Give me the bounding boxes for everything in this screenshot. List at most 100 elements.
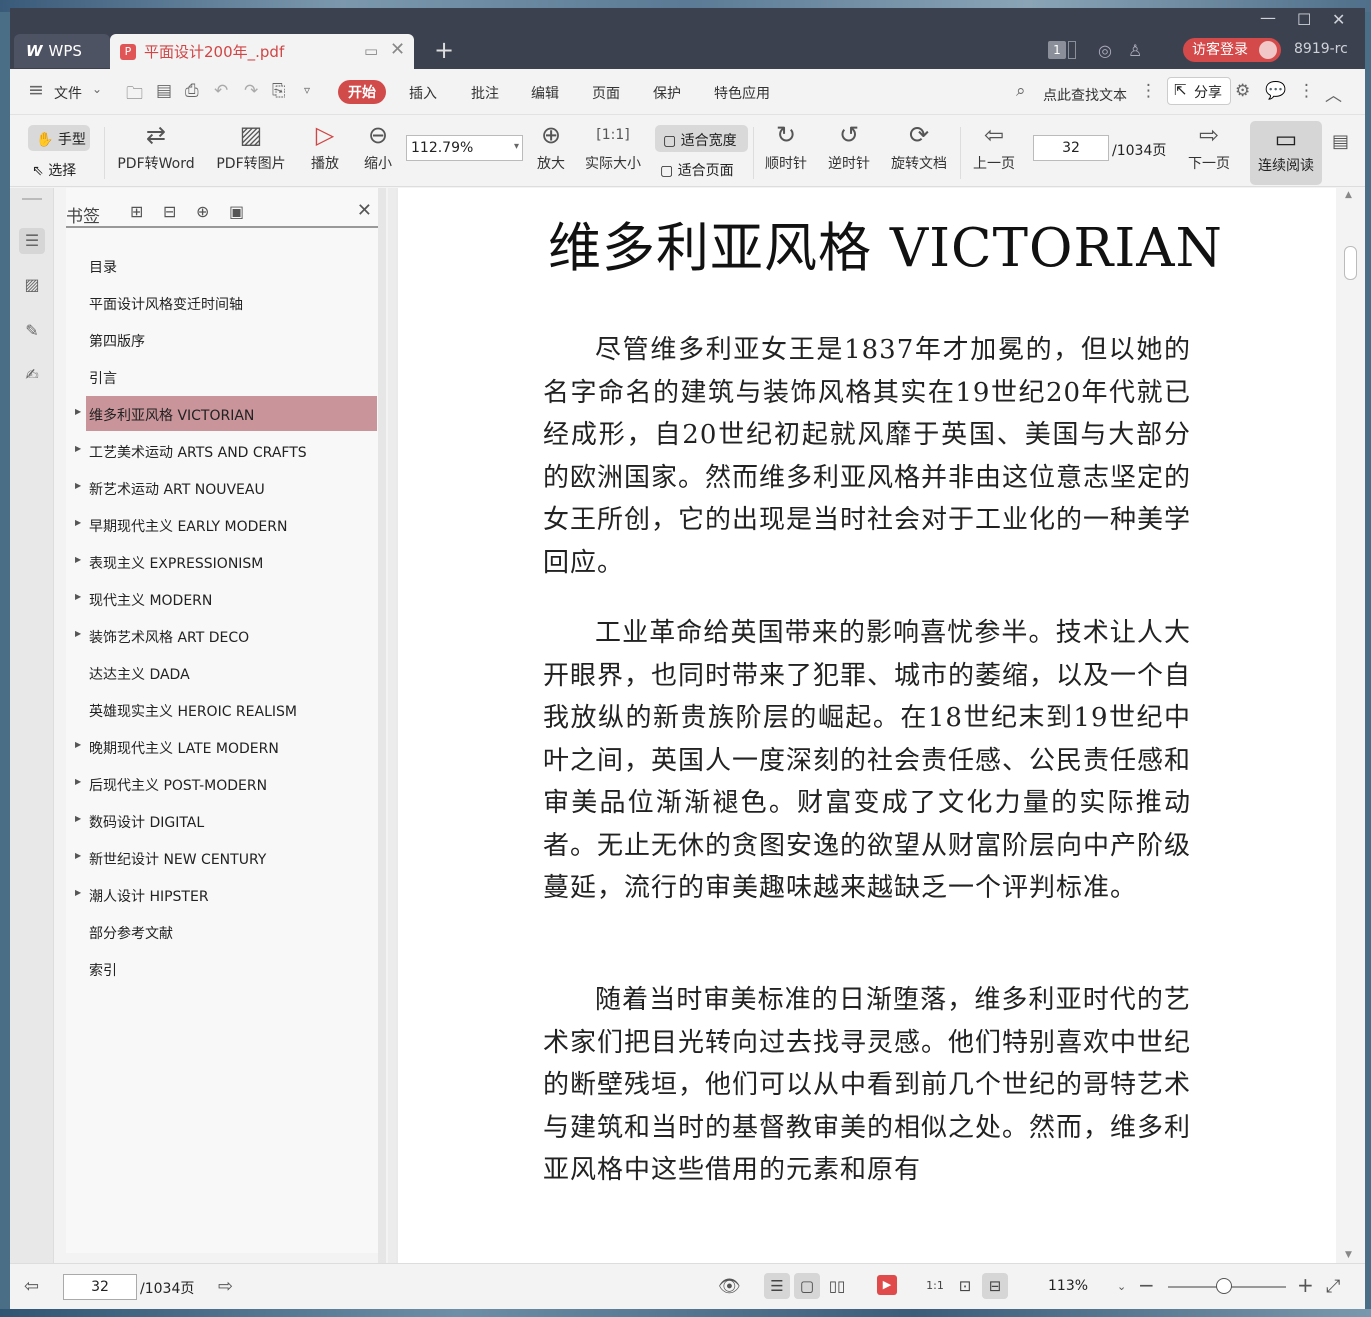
thumbnail-panel-icon[interactable]: ▨ xyxy=(19,272,45,298)
share-button[interactable]: ⇱ 分享 xyxy=(1167,77,1231,105)
two-page-icon[interactable]: ▯▯ xyxy=(824,1273,850,1299)
expand-all-icon[interactable]: ⊞ xyxy=(130,202,143,221)
document-tab[interactable]: P 平面设计200年_.pdf ▭ ✕ xyxy=(110,34,414,69)
tab-protect[interactable]: 保护 xyxy=(653,83,681,103)
search-text-field[interactable]: 点此查找文本 xyxy=(1043,85,1127,105)
search-icon[interactable]: ⌕ xyxy=(1016,81,1026,101)
print-icon[interactable]: ⎙ xyxy=(185,81,199,101)
rotate-clockwise-button[interactable]: ↻ 顺时针 xyxy=(762,119,810,173)
eye-protection-icon[interactable]: 👁 xyxy=(718,1276,741,1297)
close-tab-icon[interactable]: ✕ xyxy=(390,39,405,60)
wps-home-tab[interactable]: W WPS xyxy=(14,34,110,68)
tab-edit[interactable]: 编辑 xyxy=(531,83,559,103)
expand-arrow-icon[interactable]: ▶ xyxy=(75,481,81,490)
more-layout-icon[interactable]: ▤ xyxy=(1332,131,1349,152)
more-options-icon[interactable]: ⋮ xyxy=(1298,81,1315,101)
bookmark-item[interactable]: ▶ 装饰艺术风格 ART DECO xyxy=(75,618,377,653)
expand-arrow-icon[interactable]: ▶ xyxy=(75,592,81,601)
shirt-icon[interactable]: ♙ xyxy=(1128,41,1142,60)
expand-arrow-icon[interactable]: ▶ xyxy=(75,629,81,638)
zoom-dropdown-icon[interactable]: ▾ xyxy=(514,141,519,152)
bookmark-item[interactable]: 平面设计风格变迁时间轴 xyxy=(86,285,377,320)
document-area[interactable]: 维多利亚风格 VICTORIAN 尽管维多利亚女王是1837年才加冕的，但以她的… xyxy=(396,188,1336,1263)
tab-annotate[interactable]: 批注 xyxy=(471,83,499,103)
pdf-to-image-button[interactable]: ▨ PDF转图片 xyxy=(213,119,289,173)
status-zoom-in-icon[interactable]: + xyxy=(1297,1273,1314,1297)
annotation-panel-icon[interactable]: ✎ xyxy=(19,318,45,344)
undo-icon[interactable]: ↶ xyxy=(214,81,228,101)
continuous-reading-button[interactable]: ▭ 连续阅读 xyxy=(1250,121,1322,185)
redo-icon[interactable]: ↷ xyxy=(244,81,258,101)
bookmark-panel-icon[interactable]: ☰ xyxy=(19,228,45,254)
zoom-dropdown-icon[interactable]: ⌄ xyxy=(1117,1280,1126,1293)
next-page-button[interactable]: ⇨ 下一页 xyxy=(1185,119,1233,173)
rotate-counterclockwise-button[interactable]: ↺ 逆时针 xyxy=(825,119,873,173)
zoom-in-button[interactable]: ⊕ 放大 xyxy=(533,119,569,173)
maximize-icon[interactable]: ☐ xyxy=(1297,10,1311,29)
bookmark-item[interactable]: ▶ 新世纪设计 NEW CENTURY xyxy=(75,840,377,875)
fit-width-status-icon[interactable]: ⊟ xyxy=(982,1273,1008,1299)
status-prev-page-icon[interactable]: ⇦ xyxy=(24,1276,39,1297)
status-next-page-icon[interactable]: ⇨ xyxy=(218,1276,233,1297)
bookmark-item[interactable]: ▶ 新艺术运动 ART NOUVEAU xyxy=(75,470,377,505)
bookmark-item[interactable]: ▶ 后现代主义 POST-MODERN xyxy=(75,766,377,801)
continuous-view-icon[interactable]: ☰ xyxy=(764,1273,790,1299)
vertical-scrollbar[interactable]: ▲ ▼ xyxy=(1336,188,1365,1263)
skin-icon[interactable]: ◎ xyxy=(1098,41,1112,60)
slideshow-icon[interactable]: ▶ xyxy=(877,1275,897,1295)
actual-size-status-icon[interactable]: 1:1 xyxy=(922,1273,948,1299)
signature-panel-icon[interactable]: ✍ xyxy=(19,362,45,388)
zoom-level-input[interactable]: 112.79% ▾ xyxy=(406,135,523,161)
save-icon[interactable]: ▤ xyxy=(156,81,172,101)
expand-arrow-icon[interactable]: ▶ xyxy=(75,740,81,749)
hand-tool-button[interactable]: ✋ 手型 xyxy=(28,125,90,151)
bookmark-options-icon[interactable]: ▣ xyxy=(229,202,244,221)
tab-window-icon[interactable]: ▭ xyxy=(364,42,378,60)
bookmark-item[interactable]: ▶ 工艺美术运动 ARTS AND CRAFTS xyxy=(75,433,377,468)
expand-arrow-icon[interactable]: ▶ xyxy=(75,888,81,897)
guest-login-button[interactable]: 访客登录 xyxy=(1183,38,1281,62)
zoom-slider-knob[interactable] xyxy=(1216,1278,1232,1294)
status-zoom-out-icon[interactable]: − xyxy=(1138,1273,1155,1297)
play-button[interactable]: ▷ 播放 xyxy=(307,119,343,173)
bookmark-item[interactable]: 引言 xyxy=(86,359,377,394)
fullscreen-icon[interactable]: ⤢ xyxy=(1326,1276,1340,1297)
fit-width-button[interactable]: ▢ 适合宽度 xyxy=(655,125,748,152)
select-tool-button[interactable]: ⇖ 选择 xyxy=(32,160,76,180)
fit-page-status-icon[interactable]: ⊡ xyxy=(952,1273,978,1299)
scroll-up-icon[interactable]: ▲ xyxy=(1345,190,1352,200)
single-page-icon[interactable]: ▢ xyxy=(794,1273,820,1299)
rotate-document-button[interactable]: ⟳ 旋转文档 xyxy=(888,119,950,173)
expand-arrow-icon[interactable]: ▶ xyxy=(75,814,81,823)
expand-arrow-icon[interactable]: ▶ xyxy=(75,777,81,786)
bookmark-item[interactable]: 部分参考文献 xyxy=(86,914,377,949)
collapse-ribbon-icon[interactable]: ︿ xyxy=(1325,81,1342,106)
scroll-thumb[interactable] xyxy=(1344,246,1357,280)
more-quick-icon[interactable]: ▿ xyxy=(304,83,310,97)
file-menu[interactable]: 文件 xyxy=(54,83,82,103)
bookmark-item[interactable]: ▶ 维多利亚风格 VICTORIAN xyxy=(75,396,377,431)
bookmark-item[interactable]: ▶ 数码设计 DIGITAL xyxy=(75,803,377,838)
bookmark-item[interactable]: ▶ 潮人设计 HIPSTER xyxy=(75,877,377,912)
bookmark-item[interactable]: 目录 xyxy=(86,248,377,283)
more-vertical-icon[interactable]: ⋮ xyxy=(1140,81,1157,101)
pdf-to-word-button[interactable]: ⇄ PDF转Word xyxy=(114,119,198,173)
bookmark-item[interactable]: 第四版序 xyxy=(86,322,377,357)
expand-arrow-icon[interactable]: ▶ xyxy=(75,851,81,860)
chevron-down-icon[interactable]: ⌄ xyxy=(92,82,102,96)
add-bookmark-icon[interactable]: ⊕ xyxy=(196,202,209,221)
comment-icon[interactable]: 💬 xyxy=(1265,81,1286,101)
expand-arrow-icon[interactable]: ▶ xyxy=(75,555,81,564)
minimize-icon[interactable]: — xyxy=(1260,8,1276,27)
close-window-icon[interactable]: ✕ xyxy=(1332,10,1345,29)
scroll-down-icon[interactable]: ▼ xyxy=(1345,1250,1352,1260)
tab-start[interactable]: 开始 xyxy=(338,80,386,104)
bookmark-item[interactable]: ▶ 现代主义 MODERN xyxy=(75,581,377,616)
bookmark-item[interactable]: ▶ 早期现代主义 EARLY MODERN xyxy=(75,507,377,542)
hamburger-icon[interactable]: ≡ xyxy=(28,79,44,101)
panel-splitter[interactable] xyxy=(378,188,386,1263)
bookmark-item[interactable]: 英雄现实主义 HEROIC REALISM xyxy=(86,692,377,727)
settings-icon[interactable]: ⚙ xyxy=(1235,81,1250,101)
expand-arrow-icon[interactable]: ▶ xyxy=(75,444,81,453)
bookmark-item[interactable]: 索引 xyxy=(86,951,377,986)
